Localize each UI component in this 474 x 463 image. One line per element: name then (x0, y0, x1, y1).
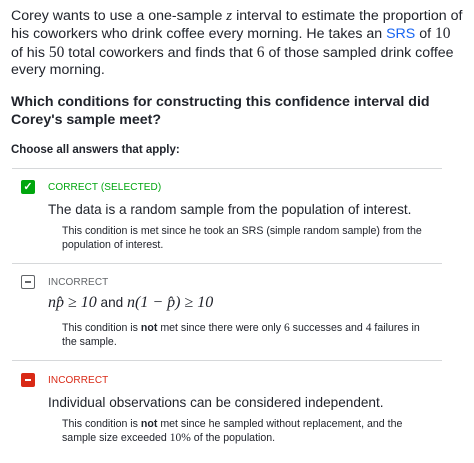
math-number-10: 10 (434, 25, 451, 43)
choice-1[interactable]: ✓ CORRECT (SELECTED) The data is a rando… (12, 169, 452, 263)
explanation-emphasis: not (140, 322, 158, 334)
choice-3[interactable]: INCORRECT Individual observations can be… (12, 361, 452, 461)
choice-status: INCORRECT (48, 277, 109, 288)
explanation-part: This condition is (62, 322, 141, 334)
question-text-part: Corey wants to use a one-sample (11, 8, 227, 24)
choice-status: CORRECT (SELECTED) (48, 182, 162, 193)
question-text-part: total coworkers and finds that (64, 44, 257, 61)
explanation-part: of the population. (190, 431, 276, 444)
choice-2[interactable]: INCORRECT np̂ ≥ 10 and n(1 − p̂) ≥ 10 Th… (12, 264, 452, 360)
math-expression: n(1 − p̂) ≥ 10 (127, 294, 214, 311)
explanation-part: met since there were only (157, 322, 284, 334)
instruction-text: Choose all answers that apply: (11, 144, 180, 156)
question-text-part: of (415, 26, 435, 43)
choice-explanation: This condition is met since he took an S… (62, 225, 422, 251)
choice-explanation: This condition is not met since there we… (62, 322, 432, 349)
question-prompt: Which conditions for constructing this c… (11, 94, 430, 128)
math-percent: 10% (169, 431, 191, 444)
choice-text-part: and (96, 295, 128, 310)
srs-link[interactable]: SRS (386, 26, 415, 42)
question-text: Corey wants to use a one-sample z interv… (11, 8, 466, 80)
math-number-6: 6 (256, 43, 265, 61)
choice-text: Individual observations can be considere… (48, 395, 384, 410)
explanation-emphasis: not (140, 418, 158, 430)
math-expression: np̂ ≥ 10 (48, 294, 97, 311)
check-icon: ✓ (21, 180, 35, 194)
choice-text: np̂ ≥ 10 and n(1 − p̂) ≥ 10 (48, 294, 213, 312)
choice-explanation: This condition is not met since he sampl… (62, 418, 432, 445)
minus-icon (21, 373, 35, 387)
choice-status: INCORRECT (48, 375, 109, 386)
explanation-part: successes and (289, 322, 366, 334)
explanation-part: This condition is (62, 418, 141, 430)
choice-text: The data is a random sample from the pop… (48, 202, 412, 217)
question-text-part: of his (11, 44, 49, 61)
math-number-50: 50 (48, 43, 65, 61)
minus-icon (21, 275, 35, 289)
